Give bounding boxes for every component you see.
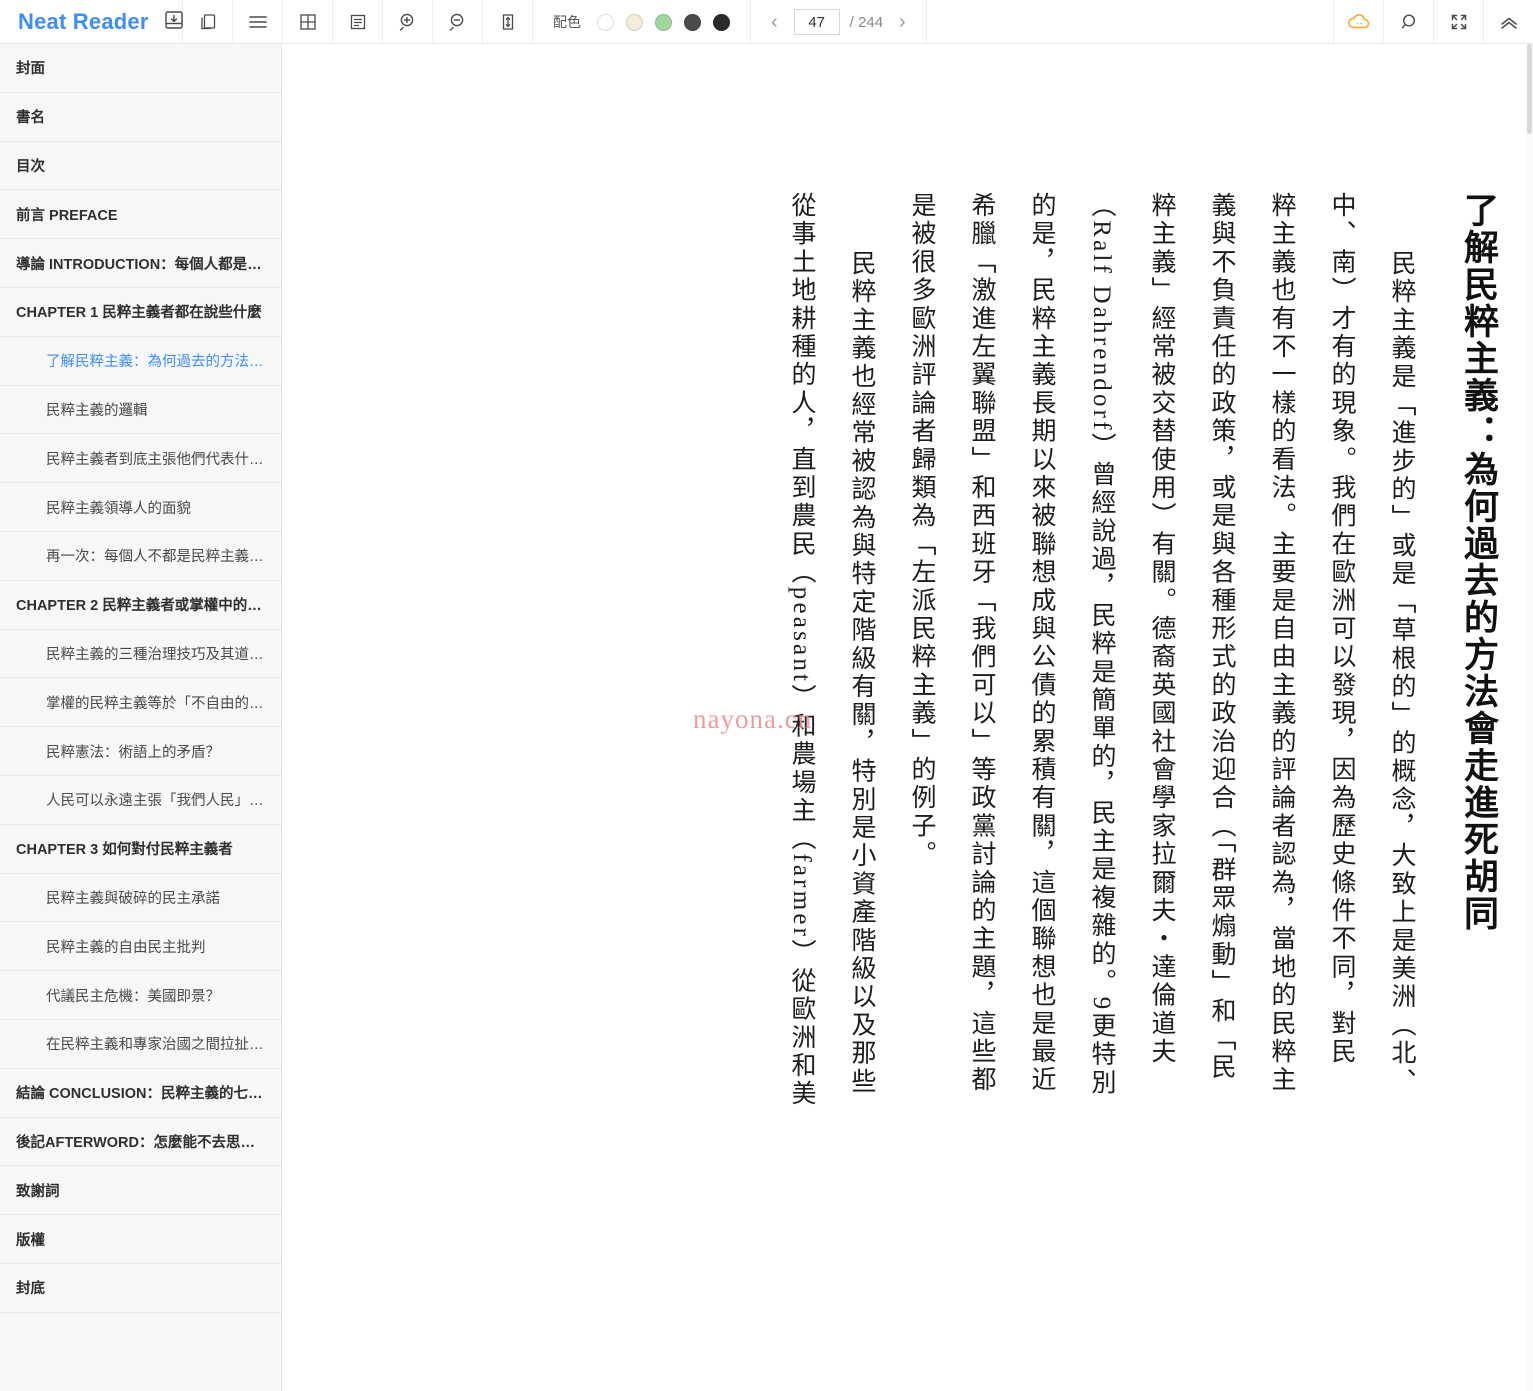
sidebar-item-label: 結論 CONCLUSION：民粹主義的七個… [16,1086,267,1103]
sidebar-item[interactable]: 致謝詞 [0,1166,281,1216]
sidebar-item-label: 目次 [16,158,45,175]
sidebar-item[interactable]: CHAPTER 1 民粹主義者都在說些什麼 [0,288,281,337]
sidebar-item-label: 書名 [16,110,45,127]
sidebar-item-label: 後記AFTERWORD：怎麼能不去思考… [16,1134,267,1151]
sidebar-item-label: 版權 [16,1232,45,1249]
text-column: 中、南）才有的現象。我們在歐洲可以發現，因為歷史條件不同，對民 [1328,192,1355,1067]
sidebar-item[interactable]: CHAPTER 3 如何對付民粹主義者 [0,825,281,874]
page-number-input[interactable] [793,9,840,35]
collapse-up-icon[interactable] [1483,0,1533,44]
app-title: Neat Reader [18,9,149,34]
text-column: 義與不負責任的政策，或是與各種形式的政治迎合（「群眾煽動」和「民 [1208,192,1235,1082]
prev-page-button[interactable]: ‹ [765,10,784,34]
zoom-in-icon[interactable] [383,0,433,44]
sidebar-item[interactable]: 民粹主義的邏輯 [0,386,281,435]
sidebar-item[interactable]: 再一次：每個人不都是民粹主義… [0,532,281,581]
sidebar-item[interactable]: 人民可以永遠主張「我們人民」… [0,776,281,825]
sidebar-item-label: CHAPTER 1 民粹主義者都在說些什麼 [16,305,262,322]
cloud-sync-icon[interactable] [1333,0,1383,44]
sidebar-item-label: CHAPTER 3 如何對付民粹主義者 [16,842,233,859]
sidebar-item[interactable]: 目次 [0,142,281,191]
sidebar-item[interactable]: 了解民粹主義：為何過去的方法… [0,337,281,386]
sidebar-item[interactable]: 民粹主義者到底主張他們代表什… [0,434,281,484]
sidebar-item-label: 封底 [16,1281,45,1298]
sidebar-item-label: CHAPTER 2 民粹主義者或掌權中的民… [16,598,267,615]
sidebar-item[interactable]: 民粹憲法：術語上的矛盾？ [0,727,281,776]
top-toolbar: Neat Reader 配色 ‹ 47 / 244 › [0,0,1533,44]
sidebar-item[interactable]: CHAPTER 2 民粹主義者或掌權中的民… [0,581,281,630]
table-of-contents-sidebar[interactable]: 封面書名目次前言 PREFACE 導論 INTRODUCTION：每個人都是民… C… [0,44,282,1391]
sidebar-item-label: 民粹主義領導人的面貌 [46,500,191,517]
sidebar-item-label: 民粹主義的自由民主批判 [46,939,206,956]
text-column: 是被很多歐洲評論者歸類為「左派民粹主義」的例子。 [908,192,935,869]
line-height-icon[interactable] [483,0,533,44]
menu-icon[interactable] [233,0,283,44]
sidebar-item-label: 民粹主義與破碎的民主承諾 [46,890,220,907]
zoom-out-icon[interactable] [433,0,483,44]
book-page: nayona.cn 從事土地耕種的人，直到農民（peasant）和農場主（far… [283,44,1533,1391]
sidebar-item[interactable]: 結論 CONCLUSION：民粹主義的七個… [0,1069,281,1118]
sidebar-item-label: 在民粹主義和專家治國之間拉扯… [46,1037,264,1054]
sidebar-item[interactable]: 民粹主義的三種治理技巧及其道… [0,630,281,679]
text-column: 從事土地耕種的人，直到農民（peasant）和農場主（farmer）從歐洲和美 [788,192,815,1109]
search-icon[interactable] [1383,0,1433,44]
sidebar-item[interactable]: 掌權的民粹主義等於「不自由的… [0,678,281,728]
page-scrollbar[interactable] [1526,44,1533,1391]
theme-swatch-sepia[interactable] [626,13,643,31]
text-column: 民粹主義是「進步的」或是「草根的」的概念，大致上是美洲（北、 [1388,250,1415,1096]
text-column: （Ralf Dahrendorf）曾經說過，民粹是簡單的，民主是複雜的。9更特別 [1088,192,1115,1098]
sidebar-item-label: 致謝詞 [16,1183,60,1200]
sidebar-item[interactable]: 封底 [0,1264,281,1313]
sidebar-item[interactable]: 版權 [0,1215,281,1264]
copy-icon[interactable] [183,0,233,44]
sidebar-item[interactable]: 導論 INTRODUCTION：每個人都是民… [0,239,281,288]
sidebar-item[interactable]: 民粹主義與破碎的民主承諾 [0,874,281,923]
grid-view-icon[interactable] [283,0,333,44]
theme-picker: 配色 [533,0,751,44]
text-column: 的是，民粹主義長期以來被聯想成與公債的累積有關，這個聯想也是最近 [1028,192,1055,1095]
theme-swatch-white[interactable] [597,13,614,31]
sidebar-item[interactable]: 封面 [0,44,281,93]
reader-pane: nayona.cn 從事土地耕種的人，直到農民（peasant）和農場主（far… [283,44,1533,1391]
notes-icon[interactable] [333,0,383,44]
sidebar-item-label: 前言 PREFACE [16,207,118,224]
sidebar-item-label: 民粹主義的三種治理技巧及其道… [46,646,264,663]
sidebar-item-label: 民粹主義的邏輯 [46,402,148,419]
sidebar-item[interactable]: 代議民主危機：美國即景？ [0,971,281,1020]
sidebar-item-label: 了解民粹主義：為何過去的方法… [46,354,264,371]
page-scrollbar-thumb[interactable] [1527,44,1532,134]
sidebar-item-label: 封面 [16,61,45,78]
theme-swatch-black[interactable] [713,13,730,31]
text-column: 粹主義也有不一樣的看法。主要是自由主義的評論者認為，當地的民粹主 [1268,192,1295,1095]
chapter-title: 了解民粹主義：為何過去的方法會走進死胡同 [1459,192,1498,932]
sidebar-item[interactable]: 在民粹主義和專家治國之間拉扯… [0,1020,281,1069]
sidebar-item[interactable]: 後記AFTERWORD：怎麼能不去思考… [0,1118,281,1167]
next-page-button[interactable]: › [893,10,912,34]
sidebar-item-label: 導論 INTRODUCTION：每個人都是民… [16,256,267,273]
total-pages-label: / 244 [849,13,884,31]
text-column: 希臘「激進左翼聯盟」和西班牙「我們可以」等政黨討論的主題，這些都 [968,192,995,1095]
save-to-library-icon[interactable] [163,9,185,36]
sidebar-item[interactable]: 前言 PREFACE [0,190,281,240]
brand-area: Neat Reader [0,0,183,44]
sidebar-item[interactable]: 民粹主義領導人的面貌 [0,483,281,532]
theme-swatch-gray[interactable] [684,13,701,31]
sidebar-item-label: 人民可以永遠主張「我們人民」… [46,793,264,810]
vertical-text-body: 從事土地耕種的人，直到農民（peasant）和農場主（farmer）從歐洲和美 民… [771,192,1507,1267]
text-column: 粹主義」經常被交替使用）有關。德裔英國社會學家拉爾夫・達倫道夫 [1148,192,1175,1067]
sidebar-item-label: 民粹主義者到底主張他們代表什… [46,451,264,468]
sidebar-item[interactable]: 民粹主義的自由民主批判 [0,922,281,972]
pager: ‹ / 244 › [751,0,927,44]
sidebar-item-label: 民粹憲法：術語上的矛盾？ [46,744,220,761]
sidebar-item-label: 掌權的民粹主義等於「不自由的… [46,695,264,712]
fullscreen-icon[interactable] [1433,0,1483,44]
sidebar-item-label: 代議民主危機：美國即景？ [46,988,220,1005]
sidebar-item[interactable]: 書名 [0,93,281,142]
theme-label: 配色 [553,14,581,30]
text-column: 民粹主義也經常被認為與特定階級有關，特別是小資產階級以及那些 [848,250,875,1096]
theme-swatch-green[interactable] [655,13,672,31]
sidebar-item-label: 再一次：每個人不都是民粹主義… [46,549,264,566]
